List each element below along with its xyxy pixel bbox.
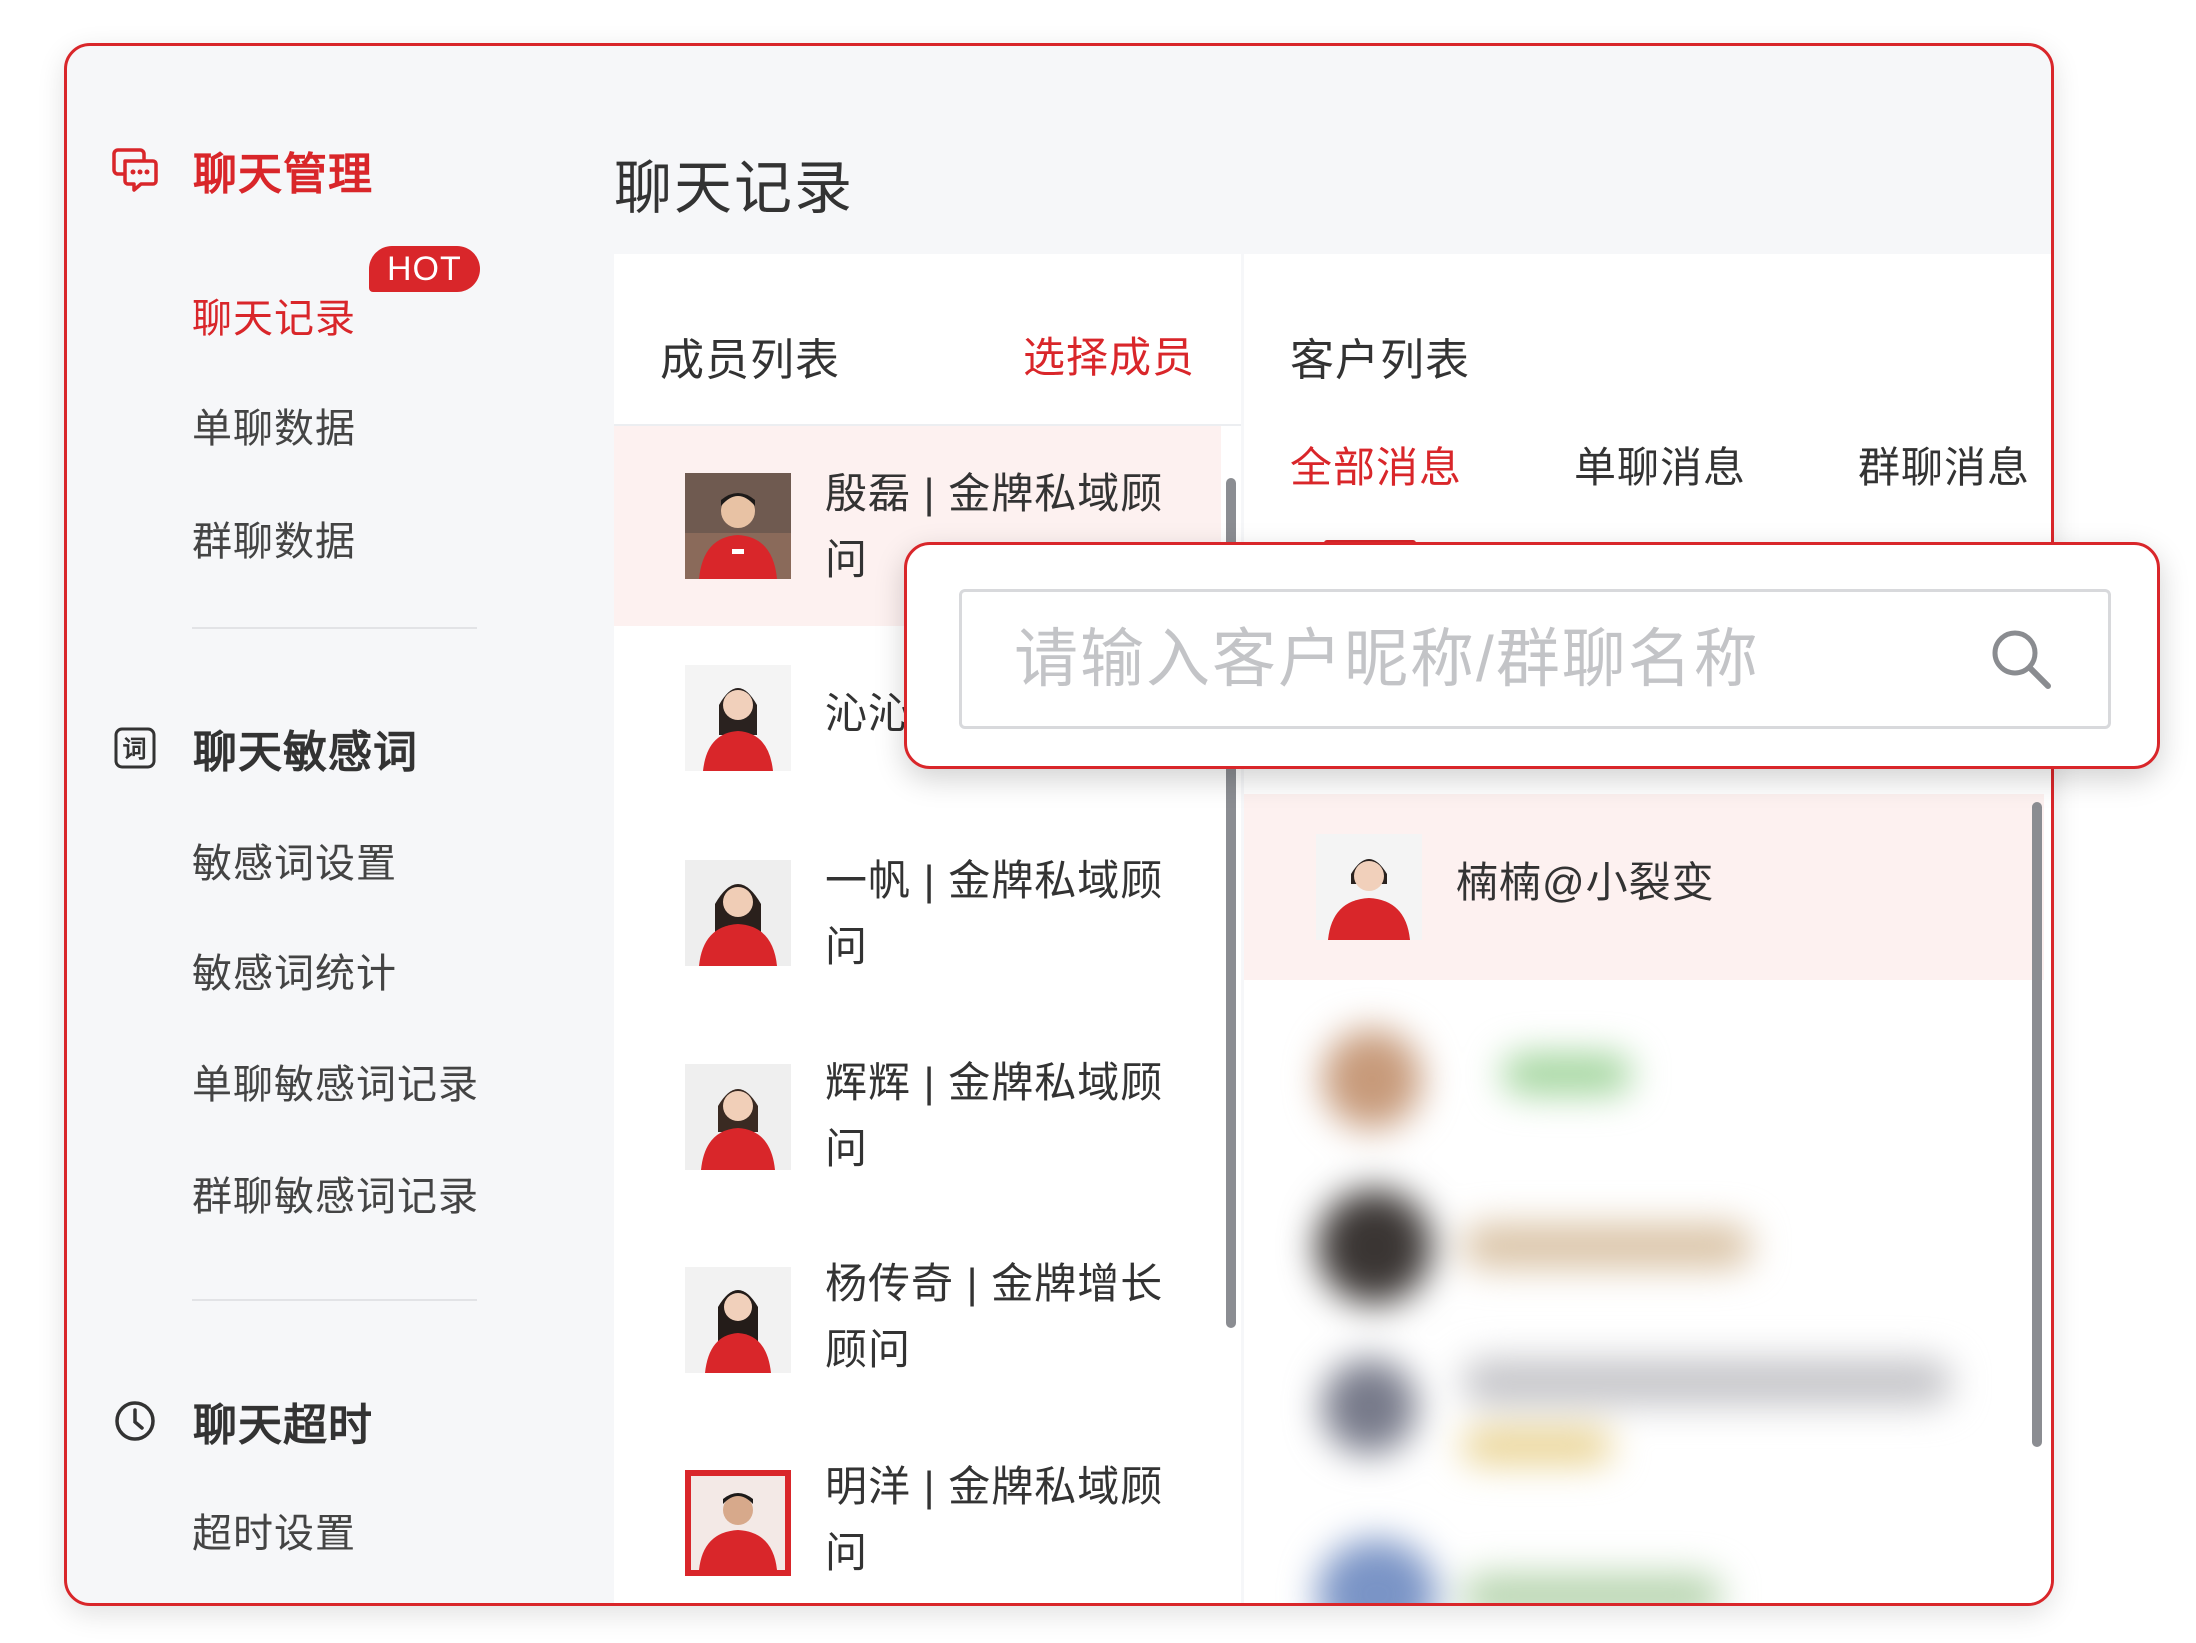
sidebar-item-sensitive-word-settings[interactable]: 敏感词设置 [192, 831, 397, 889]
sidebar-item-timeout-settings[interactable]: 超时设置 [192, 1501, 356, 1559]
sidebar-item-single-chat-data[interactable]: 单聊数据 [192, 396, 356, 454]
tab-single-chat-messages[interactable]: 单聊消息 [1574, 434, 1746, 495]
avatar [685, 860, 791, 966]
sidebar-section-title: 聊天超时 [193, 1401, 373, 1450]
customer-list-scrollbar[interactable] [2032, 802, 2042, 1447]
sidebar-section-sensitive-words[interactable]: 词 聊天敏感词 [111, 716, 418, 780]
sidebar-section-title: 聊天敏感词 [193, 728, 418, 777]
member-row[interactable]: 杨传奇 | 金牌增长顾问 [614, 1226, 1221, 1426]
customer-name: 楠楠@小裂变 [1456, 859, 1715, 906]
sidebar: 聊天管理 聊天记录 HOT 单聊数据 群聊数据 词 聊天敏感词 敏感词设置 敏感… [67, 46, 617, 1603]
avatar [685, 665, 791, 771]
member-name: 一帆 | 金牌私域顾问 [825, 857, 1164, 970]
sidebar-item-group-chat-sensitive-records[interactable]: 群聊敏感词记录 [192, 1164, 479, 1222]
sidebar-divider [192, 1299, 477, 1301]
avatar [685, 1267, 791, 1373]
sidebar-section-title: 聊天管理 [193, 150, 373, 199]
customer-row[interactable]: 楠楠@小裂变 [1244, 794, 2044, 980]
search-input[interactable] [962, 592, 1986, 726]
member-name: 辉辉 | 金牌私域顾问 [825, 1059, 1164, 1172]
member-name: 明洋 | 金牌私域顾问 [825, 1463, 1164, 1576]
blurred-customer-list [1292, 999, 1982, 1603]
word-icon: 词 [111, 724, 159, 772]
search-popup [904, 542, 2160, 769]
sidebar-section-chat-management[interactable]: 聊天管理 [111, 138, 373, 202]
avatar [1316, 834, 1422, 940]
app-window: 聊天管理 聊天记录 HOT 单聊数据 群聊数据 词 聊天敏感词 敏感词设置 敏感… [64, 43, 2054, 1606]
hot-badge: HOT [369, 246, 480, 292]
tab-all-messages[interactable]: 全部消息 [1290, 434, 1462, 495]
search-icon[interactable] [1986, 624, 2056, 694]
sidebar-divider [192, 627, 477, 629]
avatar [685, 1064, 791, 1170]
sidebar-item-sensitive-word-stats[interactable]: 敏感词统计 [192, 941, 397, 999]
svg-text:词: 词 [123, 735, 148, 763]
customer-list-title: 客户列表 [1290, 336, 1470, 385]
avatar [685, 1470, 791, 1576]
member-row[interactable]: 一帆 | 金牌私域顾问 [614, 826, 1221, 1026]
member-name: 杨传奇 | 金牌增长顾问 [825, 1260, 1164, 1373]
avatar [685, 473, 791, 579]
customer-panel: 客户列表 全部消息 单聊消息 群聊消息 楠楠@小裂变 [1244, 254, 2051, 1603]
member-row[interactable]: 辉辉 | 金牌私域顾问 [614, 1026, 1221, 1226]
chat-bubble-icon [111, 146, 159, 194]
member-list-title: 成员列表 [660, 336, 840, 385]
tab-group-chat-messages[interactable]: 群聊消息 [1858, 434, 2030, 495]
select-member-button[interactable]: 选择成员 [1023, 324, 1195, 385]
search-box [959, 589, 2111, 729]
sidebar-item-chat-records[interactable]: 聊天记录 [192, 286, 356, 344]
clock-icon [111, 1397, 159, 1445]
member-panel: 成员列表 选择成员 殷磊 | 金牌私域顾问 沁沁 一帆 | 金牌私域顾问 辉辉 … [614, 254, 1241, 1603]
page-title: 聊天记录 [614, 156, 855, 221]
sidebar-section-chat-timeout[interactable]: 聊天超时 [111, 1389, 373, 1453]
sidebar-item-single-chat-sensitive-records[interactable]: 单聊敏感词记录 [192, 1052, 479, 1110]
member-row[interactable]: 明洋 | 金牌私域顾问 [614, 1426, 1221, 1603]
sidebar-item-group-chat-data[interactable]: 群聊数据 [192, 509, 356, 567]
